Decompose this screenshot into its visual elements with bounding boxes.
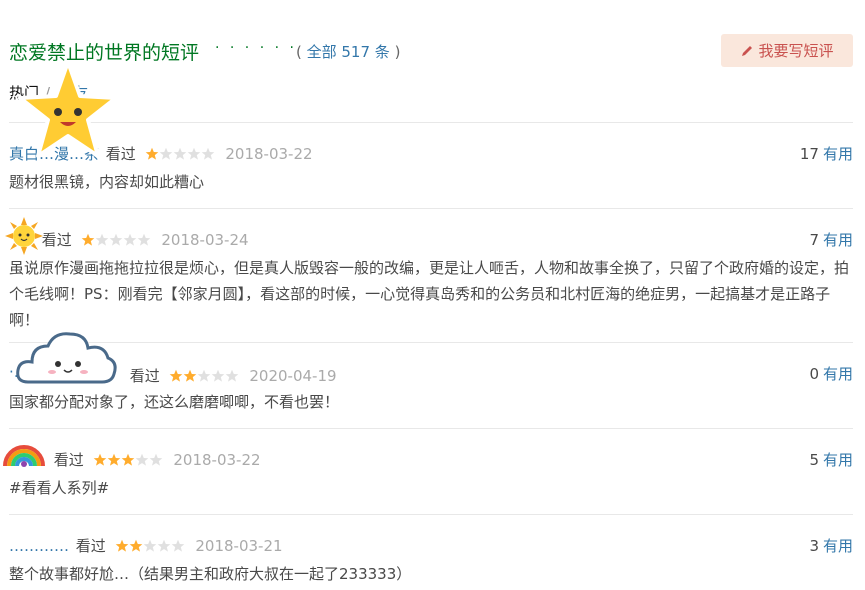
useful-button[interactable]: 有用 [823,451,853,469]
review-votes: 7 有用 [809,229,853,250]
review-meta: 真白…漫…茶 看过 2018-03-22 17 有用 [9,143,853,165]
star-empty-icon [197,369,210,382]
review-meta: ·………… 看过 2020-04-19 0有用 [9,363,853,385]
star-filled-icon [169,369,182,382]
star-empty-icon [201,147,214,160]
rating-stars [169,369,239,387]
star-filled-icon [115,539,128,552]
comments-header: 恋爱禁止的世界的短评 · · · · · · ( 全部 517 条 ) 我要写短… [9,34,853,68]
rating-stars [81,233,151,251]
star-empty-icon [211,369,224,382]
rating-stars [93,453,163,471]
star-empty-icon [173,147,186,160]
review-votes: 5 有用 [809,449,853,470]
star-empty-icon [95,233,108,246]
star-filled-icon [93,453,106,466]
useful-button[interactable]: 有用 [823,537,853,555]
review-date: 2018-03-21 [195,537,283,555]
review-status: 看过 [129,367,160,385]
star-empty-icon [109,233,122,246]
total-open: ( [296,43,307,61]
write-review-button[interactable]: 我要写短评 [721,34,853,67]
star-empty-icon [143,539,156,552]
review-status: 看过 [53,451,84,469]
vote-count: 7 [809,231,819,249]
total-count[interactable]: ( 全部 517 条 ) [296,41,400,62]
useful-button[interactable]: 有用 [823,365,853,383]
rating-stars [115,539,185,557]
star-empty-icon [159,147,172,160]
review-votes: 0 有用 [809,363,853,384]
review-date: 2018-03-24 [161,231,249,249]
review-status: 看过 [41,231,72,249]
rating-stars [145,147,215,165]
star-empty-icon [123,233,136,246]
star-empty-icon [149,453,162,466]
vote-count: 3 [809,537,819,555]
star-filled-icon [145,147,158,160]
divider [9,514,853,515]
review-item: 看过 2018-03-24 7 有用 虽说原作漫画拖拖拉拉很是烦心，但是真人版毁容… [9,229,853,333]
star-empty-icon [171,539,184,552]
review-votes: 17 有用 [800,143,853,164]
pencil-icon [742,45,753,56]
review-meta: 看过 2018-03-24 7 有用 [9,229,853,251]
review-item: ………… 看过 2018-03-21 3 有用 整个故事都好尬…（结果男主和政府大… [9,535,853,587]
star-empty-icon [135,453,148,466]
review-user[interactable]: ………… [9,537,69,555]
useful-button[interactable]: 有用 [823,231,853,249]
star-filled-icon [121,453,134,466]
review-date: 2018-03-22 [225,145,313,163]
write-review-label: 我要写短评 [758,42,834,60]
review-content: #看看人系列# [9,479,110,497]
review-meta: ………… 看过 2018-03-21 3 有用 [9,535,853,557]
review-meta: 看过 2018-03-22 5 有用 [9,449,853,471]
star-filled-icon [107,453,120,466]
star-empty-icon [187,147,200,160]
rainbow-sticker-icon [3,445,45,467]
sun-sticker-icon [5,217,43,255]
divider [9,208,853,209]
divider [9,428,853,429]
smiling-star-sticker-icon [18,60,118,158]
total-count-link[interactable]: 全部 517 条 [307,43,390,61]
review-content: 整个故事都好尬…（结果男主和政府大叔在一起了233333） [9,565,412,583]
title-dots: · · · · · · [215,40,297,56]
cloud-sticker-icon [16,332,117,384]
star-empty-icon [157,539,170,552]
divider [9,122,853,123]
review-content: 虽说原作漫画拖拖拉拉很是烦心，但是真人版毁容一般的改编，更是让人咂舌，人物和故事… [9,259,850,329]
divider [9,342,853,343]
review-date: 2020-04-19 [249,367,337,385]
review-item: ·………… 看过 2020-04-19 0有用 国家都分配对象了，还这么磨磨唧唧… [9,363,853,415]
star-filled-icon [81,233,94,246]
review-item: 看过 2018-03-22 5 有用 #看看人系列# [9,449,853,501]
review-votes: 3 有用 [809,535,853,556]
star-filled-icon [129,539,142,552]
total-close: ) [389,43,401,61]
review-content: 国家都分配对象了，还这么磨磨唧唧，不看也罢！ [9,393,340,411]
vote-count: 0 [809,365,819,383]
useful-button[interactable]: 有用 [823,145,853,163]
vote-count: 5 [809,451,819,469]
vote-count: 17 [799,145,819,163]
star-empty-icon [225,369,238,382]
star-filled-icon [183,369,196,382]
review-content: 题材很黑镜，内容却如此糟心 [9,173,205,191]
review-item: 真白…漫…茶 看过 2018-03-22 17 有用 题材很黑镜，内容却如此糟心 [9,143,853,195]
review-date: 2018-03-22 [173,451,261,469]
review-status: 看过 [75,537,106,555]
star-empty-icon [137,233,150,246]
